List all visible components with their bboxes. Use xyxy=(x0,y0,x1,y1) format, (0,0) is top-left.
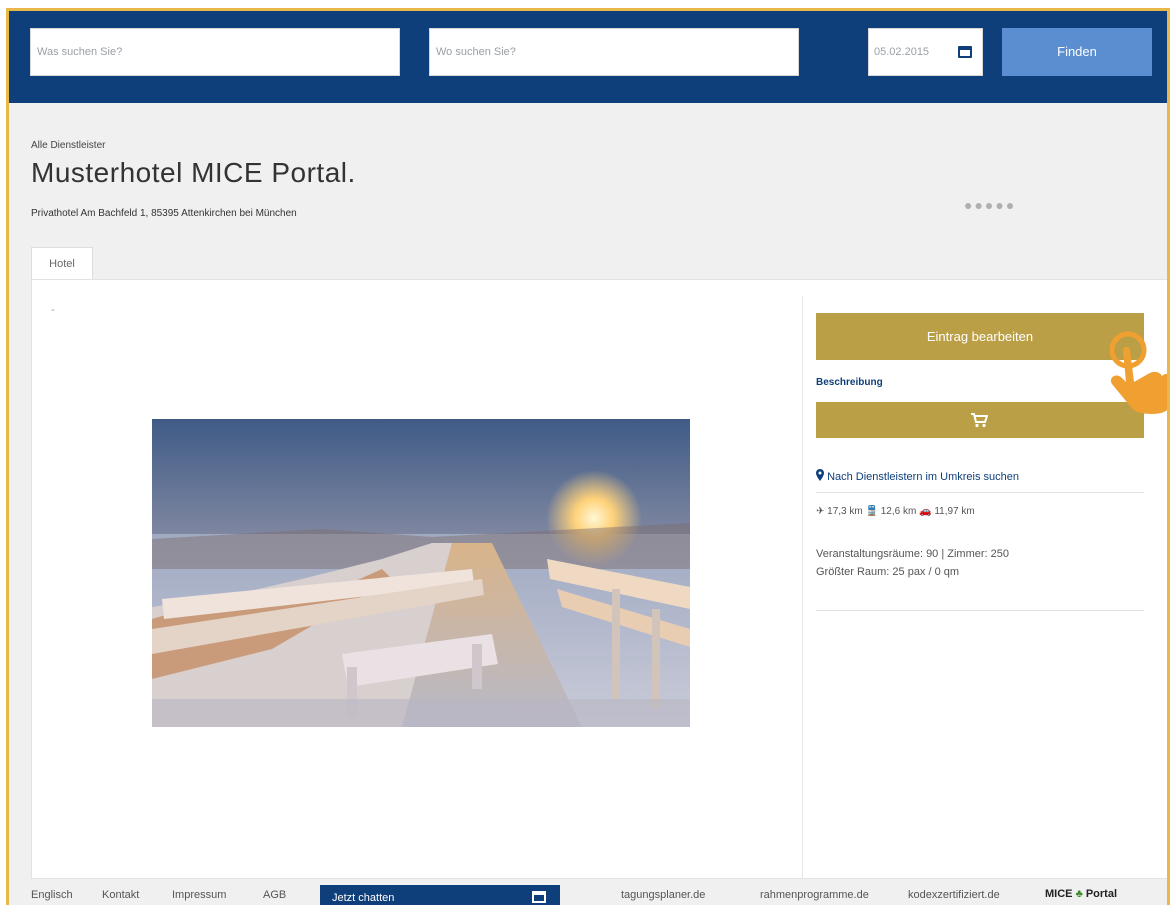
location-pin-icon xyxy=(816,469,824,481)
pointing-hand-icon xyxy=(1109,331,1167,414)
footer-link-agb[interactable]: AGB xyxy=(263,889,286,901)
column-divider xyxy=(802,296,803,880)
tree-logo-icon: ♣ xyxy=(1075,888,1083,900)
mice-portal-logo[interactable]: MICE ♣ Portal xyxy=(1045,888,1117,900)
footer-link-contact[interactable]: Kontakt xyxy=(102,889,139,901)
placeholder-dash: - xyxy=(51,304,55,316)
chat-label: Jetzt chatten xyxy=(332,892,395,904)
footer-link-english[interactable]: Englisch xyxy=(31,889,73,901)
date-field[interactable]: 05.02.2015 xyxy=(868,28,983,76)
screenshot-frame: Was suchen Sie? Wo suchen Sie? 05.02.201… xyxy=(0,0,1176,905)
find-button[interactable]: Finden xyxy=(1002,28,1152,76)
hotel-photo xyxy=(152,419,690,727)
date-value: 05.02.2015 xyxy=(874,46,930,58)
footer-link-imprint[interactable]: Impressum xyxy=(172,889,226,901)
tab-hotel[interactable]: Hotel xyxy=(31,247,93,280)
breadcrumb[interactable]: Alle Dienstleister xyxy=(31,140,105,151)
where-search-input[interactable]: Wo suchen Sie? xyxy=(429,28,799,76)
partner-link-kodexzertifiziert[interactable]: kodexzertifiziert.de xyxy=(908,889,1000,901)
nearby-search-label: Nach Dienstleistern im Umkreis suchen xyxy=(827,471,1020,483)
chat-window-icon xyxy=(532,891,546,903)
page-title: Musterhotel MICE Portal. xyxy=(31,157,356,188)
chat-button[interactable]: Jetzt chatten xyxy=(320,885,560,905)
star-rating: ●●●●● xyxy=(964,197,1017,213)
rooms-line: Veranstaltungsräume: 90 | Zimmer: 250 xyxy=(816,548,1010,560)
sidebar-divider xyxy=(816,492,1144,493)
cart-icon xyxy=(971,413,988,428)
browser-viewport: Was suchen Sie? Wo suchen Sie? 05.02.201… xyxy=(6,8,1170,905)
footer: Englisch Kontakt Impressum AGB Jetzt cha… xyxy=(9,885,1167,905)
hotel-address: Privathotel Am Bachfeld 1, 85395 Attenki… xyxy=(31,208,297,219)
calendar-icon[interactable] xyxy=(958,46,972,58)
sidebar-divider-bottom xyxy=(816,610,1144,611)
partner-link-rahmenprogramme[interactable]: rahmenprogramme.de xyxy=(760,889,869,901)
venue-facts: Veranstaltungsräume: 90 | Zimmer: 250 Gr… xyxy=(816,545,1009,581)
largest-room-line: Größter Raum: 25 pax / 0 qm xyxy=(816,566,960,578)
description-link[interactable]: Beschreibung xyxy=(816,377,883,388)
search-bar: Was suchen Sie? Wo suchen Sie? 05.02.201… xyxy=(9,11,1167,103)
nearby-search-link[interactable]: Nach Dienstleistern im Umkreis suchen xyxy=(816,469,1019,483)
partner-link-tagungsplaner[interactable]: tagungsplaner.de xyxy=(621,889,705,901)
hotel-content-panel: - Eintrag bearbeiten Beschreibung Nach D… xyxy=(31,279,1167,880)
distance-info: ✈ 17,3 km 🚆 12,6 km 🚗 11,97 km xyxy=(816,506,975,517)
what-search-input[interactable]: Was suchen Sie? xyxy=(30,28,400,76)
